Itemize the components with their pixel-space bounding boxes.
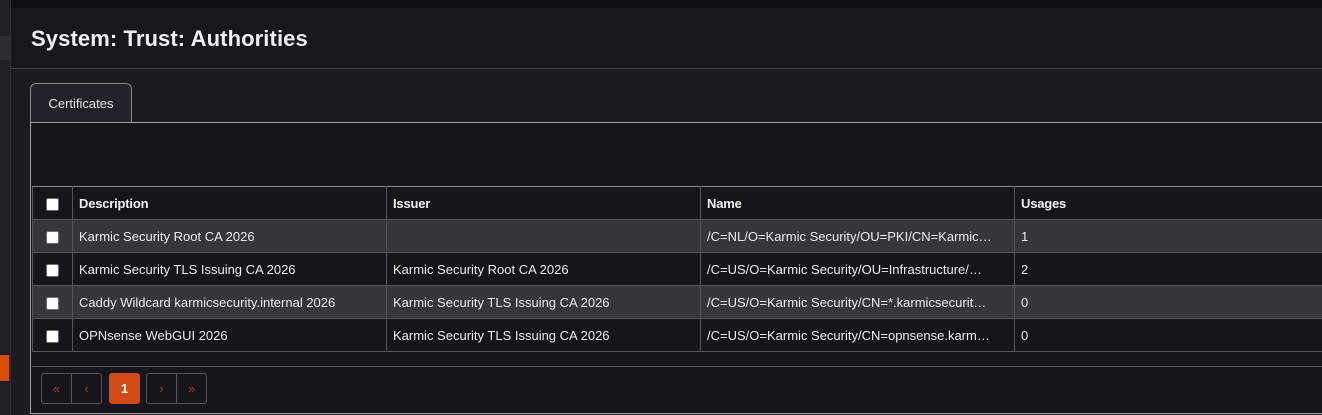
pagination-first-button[interactable]: « [41, 373, 72, 404]
table-row[interactable]: Karmic Security TLS Issuing CA 2026 Karm… [32, 252, 1322, 286]
cell-description: Karmic Security Root CA 2026 [72, 219, 387, 253]
cell-usages: 1 [1014, 219, 1322, 253]
column-header-issuer[interactable]: Issuer [386, 186, 701, 220]
cell-issuer: Karmic Security Root CA 2026 [386, 252, 701, 286]
row-checkbox[interactable] [46, 329, 59, 343]
sidebar-active-indicator[interactable] [0, 355, 9, 381]
cell-name: /C=US/O=Karmic Security/CN=opnsense.karm… [700, 318, 1015, 352]
authorities-table: Description Issuer Name Usages Karmic Se… [32, 186, 1322, 352]
cell-usages: 0 [1014, 285, 1322, 319]
column-header-description[interactable]: Description [72, 186, 387, 220]
cell-name: /C=US/O=Karmic Security/OU=Infrastructur… [700, 252, 1015, 286]
column-header-usages[interactable]: Usages [1014, 186, 1322, 220]
cell-usages: 2 [1014, 252, 1322, 286]
tab-certificates[interactable]: Certificates [30, 83, 132, 122]
certificates-panel: Description Issuer Name Usages Karmic Se… [30, 122, 1322, 414]
row-select-cell [32, 219, 73, 253]
table-row[interactable]: OPNsense WebGUI 2026 Karmic Security TLS… [32, 318, 1322, 352]
sidebar-edge-band [0, 36, 10, 60]
column-header-name[interactable]: Name [700, 186, 1015, 220]
table-row[interactable]: Karmic Security Root CA 2026 /C=NL/O=Kar… [32, 219, 1322, 253]
row-select-cell [32, 318, 73, 352]
page-title: System: Trust: Authorities [31, 26, 308, 51]
table-footer-divider [32, 366, 1322, 367]
pagination-next-button[interactable]: › [146, 373, 177, 404]
main-content: Certificates Description Issuer Name Usa… [11, 69, 1322, 415]
cell-issuer: Karmic Security TLS Issuing CA 2026 [386, 318, 701, 352]
pagination-last-button[interactable]: » [176, 373, 207, 404]
sidebar-edge [0, 0, 11, 415]
cell-name: /C=US/O=Karmic Security/CN=*.karmicsecur… [700, 285, 1015, 319]
top-strip [0, 0, 1322, 8]
table-header-row: Description Issuer Name Usages [32, 186, 1322, 220]
page-header: System: Trust: Authorities [11, 8, 1322, 69]
row-select-cell [32, 252, 73, 286]
select-all-checkbox[interactable] [46, 197, 59, 211]
row-checkbox[interactable] [46, 230, 59, 244]
cell-name: /C=NL/O=Karmic Security/OU=PKI/CN=Karmic… [700, 219, 1015, 253]
pagination: « ‹ 1 › » [41, 373, 207, 404]
row-select-cell [32, 285, 73, 319]
cell-description: Karmic Security TLS Issuing CA 2026 [72, 252, 387, 286]
row-checkbox[interactable] [46, 263, 59, 277]
cell-description: Caddy Wildcard karmicsecurity.internal 2… [72, 285, 387, 319]
cell-description: OPNsense WebGUI 2026 [72, 318, 387, 352]
cell-issuer [386, 219, 701, 253]
row-checkbox[interactable] [46, 296, 59, 310]
pagination-prev-button[interactable]: ‹ [71, 373, 102, 404]
cell-usages: 0 [1014, 318, 1322, 352]
select-all-cell [32, 186, 73, 220]
table-row[interactable]: Caddy Wildcard karmicsecurity.internal 2… [32, 285, 1322, 319]
pagination-page-1-button[interactable]: 1 [109, 373, 140, 404]
cell-issuer: Karmic Security TLS Issuing CA 2026 [386, 285, 701, 319]
